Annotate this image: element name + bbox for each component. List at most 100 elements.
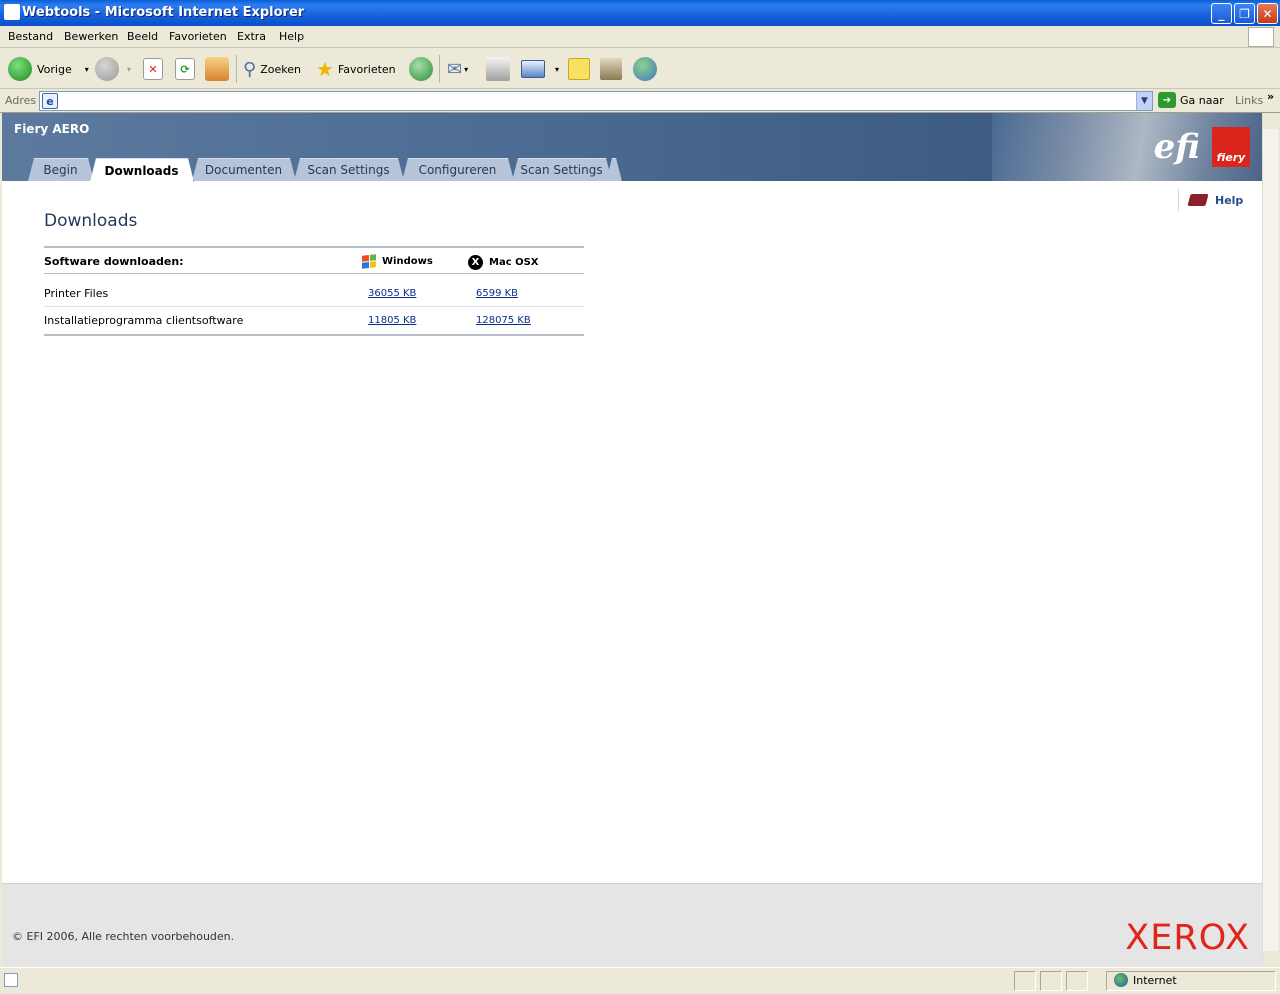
star-icon: ★ [316,57,334,81]
window-title: Webtools - Microsoft Internet Explorer [22,5,305,20]
go-button[interactable]: ➔ Ga naar [1158,92,1224,108]
stop-icon: ✕ [143,58,163,80]
discuss-button[interactable] [568,55,590,83]
mail-icon: ✉ [447,58,463,80]
menu-bestand[interactable]: Bestand [8,30,53,43]
back-arrow-icon [8,57,32,81]
status-pane [1040,971,1062,991]
efi-logo: efi [1153,127,1200,167]
menu-bewerken[interactable]: Bewerken [64,30,118,43]
help-book-icon [1187,194,1209,206]
research-button[interactable] [600,55,622,83]
mac-download-link[interactable]: 128075 KB [476,315,531,326]
ie-icon [4,4,20,20]
links-chevron-icon[interactable]: » [1267,90,1274,103]
zone-label: Internet [1133,973,1177,987]
page-title: Downloads [44,211,138,231]
address-dropdown-icon[interactable]: ▼ [1136,92,1152,110]
mac-column-header: X Mac OSX [468,255,539,270]
page-banner: Fiery AERO efi fiery Begin Downloads Doc… [2,113,1262,181]
tab-scan-settings[interactable]: Scan Settings [294,158,404,181]
page-footer: © EFI 2006, Alle rechten voorbehouden. X… [2,883,1262,967]
status-pane [1066,971,1088,991]
page-status-icon [4,973,18,987]
edit-icon [521,60,545,78]
tab-documenten[interactable]: Documenten [192,158,296,181]
toolbar-separator [439,55,440,83]
mac-osx-icon: X [468,255,483,270]
windows-download-link[interactable]: 36055 KB [368,288,416,299]
windows-column-header: Windows [362,254,433,269]
back-dropdown-icon[interactable]: ▾ [85,65,89,74]
links-button[interactable]: Links [1235,94,1263,107]
table-row: Printer Files 36055 KB 6599 KB [44,280,584,307]
product-name: Fiery AERO [14,122,90,136]
print-icon [486,57,510,81]
search-label: Zoeken [260,62,301,76]
print-button[interactable] [486,55,510,83]
title-bar: Webtools - Microsoft Internet Explorer _… [0,0,1280,26]
mail-dropdown-icon[interactable]: ▾ [464,65,468,74]
search-button[interactable]: ⚲ Zoeken [243,55,301,83]
status-pane [1014,971,1036,991]
edit-button[interactable]: ▾ [521,55,559,83]
menu-extra[interactable]: Extra [237,30,266,43]
help-link[interactable]: Help [1178,189,1243,211]
go-label: Ga naar [1180,93,1224,107]
windows-download-link[interactable]: 11805 KB [368,315,416,326]
downloads-table: Software downloaden: Windows X Mac OSX P… [44,246,584,336]
minimize-button[interactable]: _ [1211,3,1232,24]
vertical-scrollbar[interactable] [1262,113,1278,967]
tab-configureren[interactable]: Configureren [402,158,514,181]
address-bar: Adres e ▼ ➔ Ga naar Links » [0,89,1280,113]
forward-button[interactable]: ▾ [95,55,131,83]
scroll-up-icon[interactable] [1263,113,1278,129]
tab-scan-settings-2[interactable]: Scan Settings [512,158,612,181]
xerox-logo: XEROX [1125,918,1250,958]
menu-bar: Bestand Bewerken Beeld Favorieten Extra … [0,26,1280,48]
edit-dropdown-icon[interactable]: ▾ [555,65,559,74]
copyright-text: © EFI 2006, Alle rechten voorbehouden. [12,930,235,943]
help-label: Help [1215,193,1244,207]
favorites-button[interactable]: ★ Favorieten [316,55,396,83]
home-button[interactable] [205,55,229,83]
mac-column-label: Mac OSX [489,257,539,268]
windows-column-label: Windows [382,256,433,267]
address-input[interactable]: e ▼ [39,91,1153,111]
toolbar-separator [236,55,237,83]
forward-dropdown-icon[interactable]: ▾ [127,65,131,74]
page-viewport: Fiery AERO efi fiery Begin Downloads Doc… [2,113,1262,967]
search-icon: ⚲ [243,58,257,80]
tab-begin[interactable]: Begin [28,158,94,181]
close-button[interactable]: ✕ [1257,3,1278,24]
maximize-button[interactable]: ❐ [1234,3,1255,24]
tab-downloads[interactable]: Downloads [90,158,194,182]
table-header: Software downloaden: Windows X Mac OSX [44,248,584,274]
mail-button[interactable]: ✉ ▾ [447,55,468,83]
note-icon [568,58,590,80]
home-icon [205,57,229,81]
messenger-button[interactable] [633,55,657,83]
go-arrow-icon: ➔ [1158,92,1176,108]
research-icon [600,58,622,80]
toolbar: Vorige ▾ ▾ ✕ ⟳ ⚲ Zoeken ★ Favorieten ✉ ▾… [0,49,1280,89]
menu-beeld[interactable]: Beeld [127,30,158,43]
scroll-down-icon[interactable] [1263,951,1278,967]
banner-graphic: efi fiery [992,113,1262,181]
favorites-label: Favorieten [337,62,396,76]
mac-download-link[interactable]: 6599 KB [476,288,518,299]
windows-logo-icon [1248,27,1274,47]
security-zone: Internet [1114,973,1177,987]
row-label: Installatieprogramma clientsoftware [44,314,244,327]
stop-button[interactable]: ✕ [143,55,163,83]
forward-arrow-icon [95,57,119,81]
menu-favorieten[interactable]: Favorieten [169,30,227,43]
messenger-icon [633,57,657,81]
back-button[interactable]: Vorige ▾ [8,55,89,83]
history-button[interactable] [409,55,433,83]
table-row: Installatieprogramma clientsoftware 1180… [44,307,584,334]
menu-help[interactable]: Help [279,30,304,43]
refresh-icon: ⟳ [175,58,195,80]
status-bar: Internet [0,967,1280,994]
refresh-button[interactable]: ⟳ [175,55,195,83]
